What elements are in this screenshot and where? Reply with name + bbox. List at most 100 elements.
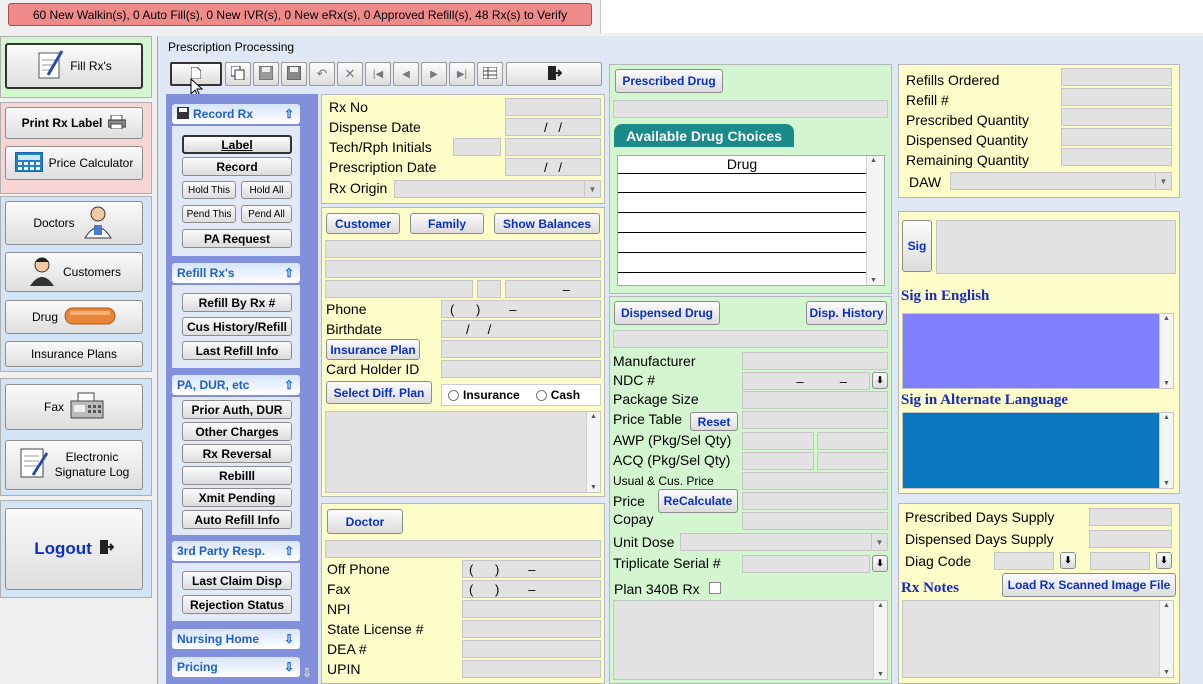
diag-code-field-1[interactable] bbox=[994, 552, 1054, 570]
pend-all-button[interactable]: Pend All bbox=[241, 205, 292, 223]
new-save-button[interactable] bbox=[253, 62, 279, 86]
cash-radio[interactable]: Cash bbox=[535, 388, 580, 402]
record-button[interactable]: Record bbox=[182, 157, 292, 176]
copay-field[interactable] bbox=[742, 512, 888, 530]
load-scanned-image-button[interactable]: Load Rx Scanned Image File bbox=[1002, 573, 1176, 597]
dispensed-drug-field[interactable] bbox=[613, 330, 888, 348]
scroll-down-icon[interactable]: ⇩ bbox=[302, 666, 312, 680]
dispense-date-field[interactable]: / / bbox=[505, 118, 601, 136]
pricing-header[interactable]: Pricing ⇩ bbox=[172, 657, 300, 677]
pa-request-button[interactable]: PA Request bbox=[182, 229, 292, 248]
dispensed-notes-textarea[interactable] bbox=[613, 600, 888, 680]
exit-button[interactable] bbox=[506, 62, 602, 86]
usual-cus-price-field[interactable] bbox=[742, 472, 888, 490]
triplicate-lookup-button[interactable]: ⬇ bbox=[872, 555, 888, 572]
save-button[interactable] bbox=[281, 62, 307, 86]
prescription-date-field[interactable]: / / bbox=[505, 158, 601, 176]
state-license-field[interactable] bbox=[462, 620, 601, 638]
status-banner[interactable]: 60 New Walkin(s), 0 Auto Fill(s), 0 New … bbox=[8, 3, 592, 26]
ndc-field[interactable]: – – bbox=[742, 372, 870, 390]
doctors-button[interactable]: Doctors bbox=[5, 201, 143, 245]
doctor-button[interactable]: Doctor bbox=[327, 509, 403, 534]
last-record-button[interactable]: ▶| bbox=[449, 62, 475, 86]
birthdate-field[interactable]: / / bbox=[441, 320, 601, 338]
nursing-home-header[interactable]: Nursing Home ⇩ bbox=[172, 629, 300, 649]
third-party-resp-header[interactable]: 3rd Party Resp. ⇧ bbox=[172, 541, 300, 561]
recalculate-button[interactable]: ReCalculate bbox=[658, 489, 738, 513]
customers-button[interactable]: Customers bbox=[5, 252, 143, 292]
customer-notes-textarea[interactable] bbox=[325, 411, 601, 493]
refill-by-rx-button[interactable]: Refill By Rx # bbox=[182, 293, 292, 312]
insurance-plan-button[interactable]: Insurance Plan bbox=[326, 339, 420, 360]
rebill-button[interactable]: Rebilll bbox=[182, 466, 292, 485]
awp-sel-field[interactable] bbox=[817, 432, 888, 450]
diag-code-lookup-2[interactable]: ⬇ bbox=[1156, 552, 1172, 569]
prescribed-drug-field[interactable] bbox=[613, 100, 888, 118]
dea-field[interactable] bbox=[462, 640, 601, 658]
scrollbar[interactable] bbox=[1159, 314, 1173, 388]
sig-alt-language-textarea[interactable] bbox=[902, 412, 1174, 489]
refill-rx-header[interactable]: Refill Rx's ⇧ bbox=[172, 263, 300, 283]
reset-button[interactable]: Reset bbox=[690, 412, 738, 431]
package-size-field[interactable] bbox=[742, 391, 888, 409]
dispensed-drug-button[interactable]: Dispensed Drug bbox=[614, 301, 720, 325]
delete-button[interactable]: ✕ bbox=[337, 62, 363, 86]
scrollbar[interactable] bbox=[866, 156, 884, 285]
family-button[interactable]: Family bbox=[410, 213, 484, 234]
customer-state-field[interactable] bbox=[477, 280, 501, 298]
awp-pkg-field[interactable] bbox=[742, 432, 814, 450]
dispensed-days-supply-field[interactable] bbox=[1089, 530, 1172, 548]
pend-this-button[interactable]: Pend This bbox=[182, 205, 236, 223]
other-charges-button[interactable]: Other Charges bbox=[182, 422, 292, 441]
record-rx-header[interactable]: Record Rx ⇧ bbox=[172, 104, 300, 124]
remaining-quantity-field[interactable] bbox=[1061, 148, 1172, 166]
sig-code-field[interactable] bbox=[936, 220, 1176, 274]
show-balances-button[interactable]: Show Balances bbox=[494, 213, 600, 234]
diag-code-field-2[interactable] bbox=[1090, 552, 1150, 570]
select-diff-plan-button[interactable]: Select Diff. Plan bbox=[326, 381, 432, 404]
xmit-pending-button[interactable]: Xmit Pending bbox=[182, 488, 292, 507]
fax-field[interactable]: ( ) – bbox=[462, 580, 601, 598]
scrollbar[interactable] bbox=[586, 412, 600, 492]
rx-notes-textarea[interactable] bbox=[902, 600, 1174, 678]
customer-address-field[interactable] bbox=[325, 260, 601, 278]
auto-refill-info-button[interactable]: Auto Refill Info bbox=[182, 510, 292, 529]
disp-history-button[interactable]: Disp. History bbox=[806, 301, 887, 325]
rx-no-field[interactable] bbox=[505, 98, 601, 116]
prescribed-quantity-field[interactable] bbox=[1061, 108, 1172, 126]
manufacturer-field[interactable] bbox=[742, 352, 888, 370]
customer-city-field[interactable] bbox=[325, 280, 473, 298]
scrollbar[interactable] bbox=[1159, 413, 1173, 488]
undo-button[interactable]: ↶ bbox=[309, 62, 335, 86]
sig-english-textarea[interactable] bbox=[902, 313, 1174, 389]
doctor-name-field[interactable] bbox=[325, 540, 601, 558]
upin-field[interactable] bbox=[462, 660, 601, 678]
scrollbar[interactable] bbox=[873, 601, 887, 679]
hold-all-button[interactable]: Hold All bbox=[241, 181, 292, 199]
price-field[interactable] bbox=[742, 492, 888, 510]
fax-button[interactable]: Fax bbox=[5, 384, 143, 430]
insurance-plans-button[interactable]: Insurance Plans bbox=[5, 341, 143, 367]
price-calculator-button[interactable]: Price Calculator bbox=[5, 146, 143, 180]
rx-reversal-button[interactable]: Rx Reversal bbox=[182, 444, 292, 463]
refill-no-field[interactable] bbox=[1061, 88, 1172, 106]
diag-code-lookup-1[interactable]: ⬇ bbox=[1060, 552, 1076, 569]
insurance-plan-field[interactable] bbox=[441, 340, 601, 358]
off-phone-field[interactable]: ( ) – bbox=[462, 560, 601, 578]
refills-ordered-field[interactable] bbox=[1061, 68, 1172, 86]
drug-choices-table[interactable]: Drug bbox=[617, 155, 885, 286]
triplicate-serial-field[interactable] bbox=[742, 555, 870, 573]
daw-select[interactable]: ▼ bbox=[950, 172, 1172, 190]
print-rx-label-button[interactable]: Print Rx Label bbox=[5, 107, 143, 139]
cus-history-refill-button[interactable]: Cus History/Refill bbox=[182, 317, 292, 336]
grid-view-button[interactable] bbox=[477, 62, 503, 86]
prev-record-button[interactable]: ◀ bbox=[393, 62, 419, 86]
rx-origin-select[interactable]: ▼ bbox=[394, 180, 601, 198]
unit-dose-select[interactable]: ▼ bbox=[680, 533, 888, 551]
prior-auth-dur-button[interactable]: Prior Auth, DUR bbox=[182, 400, 292, 419]
hold-this-button[interactable]: Hold This bbox=[182, 181, 236, 199]
scrollbar[interactable] bbox=[1159, 601, 1173, 677]
rph-initials-field[interactable] bbox=[505, 138, 601, 156]
pa-dur-header[interactable]: PA, DUR, etc ⇧ bbox=[172, 375, 300, 395]
acq-sel-field[interactable] bbox=[817, 452, 888, 470]
